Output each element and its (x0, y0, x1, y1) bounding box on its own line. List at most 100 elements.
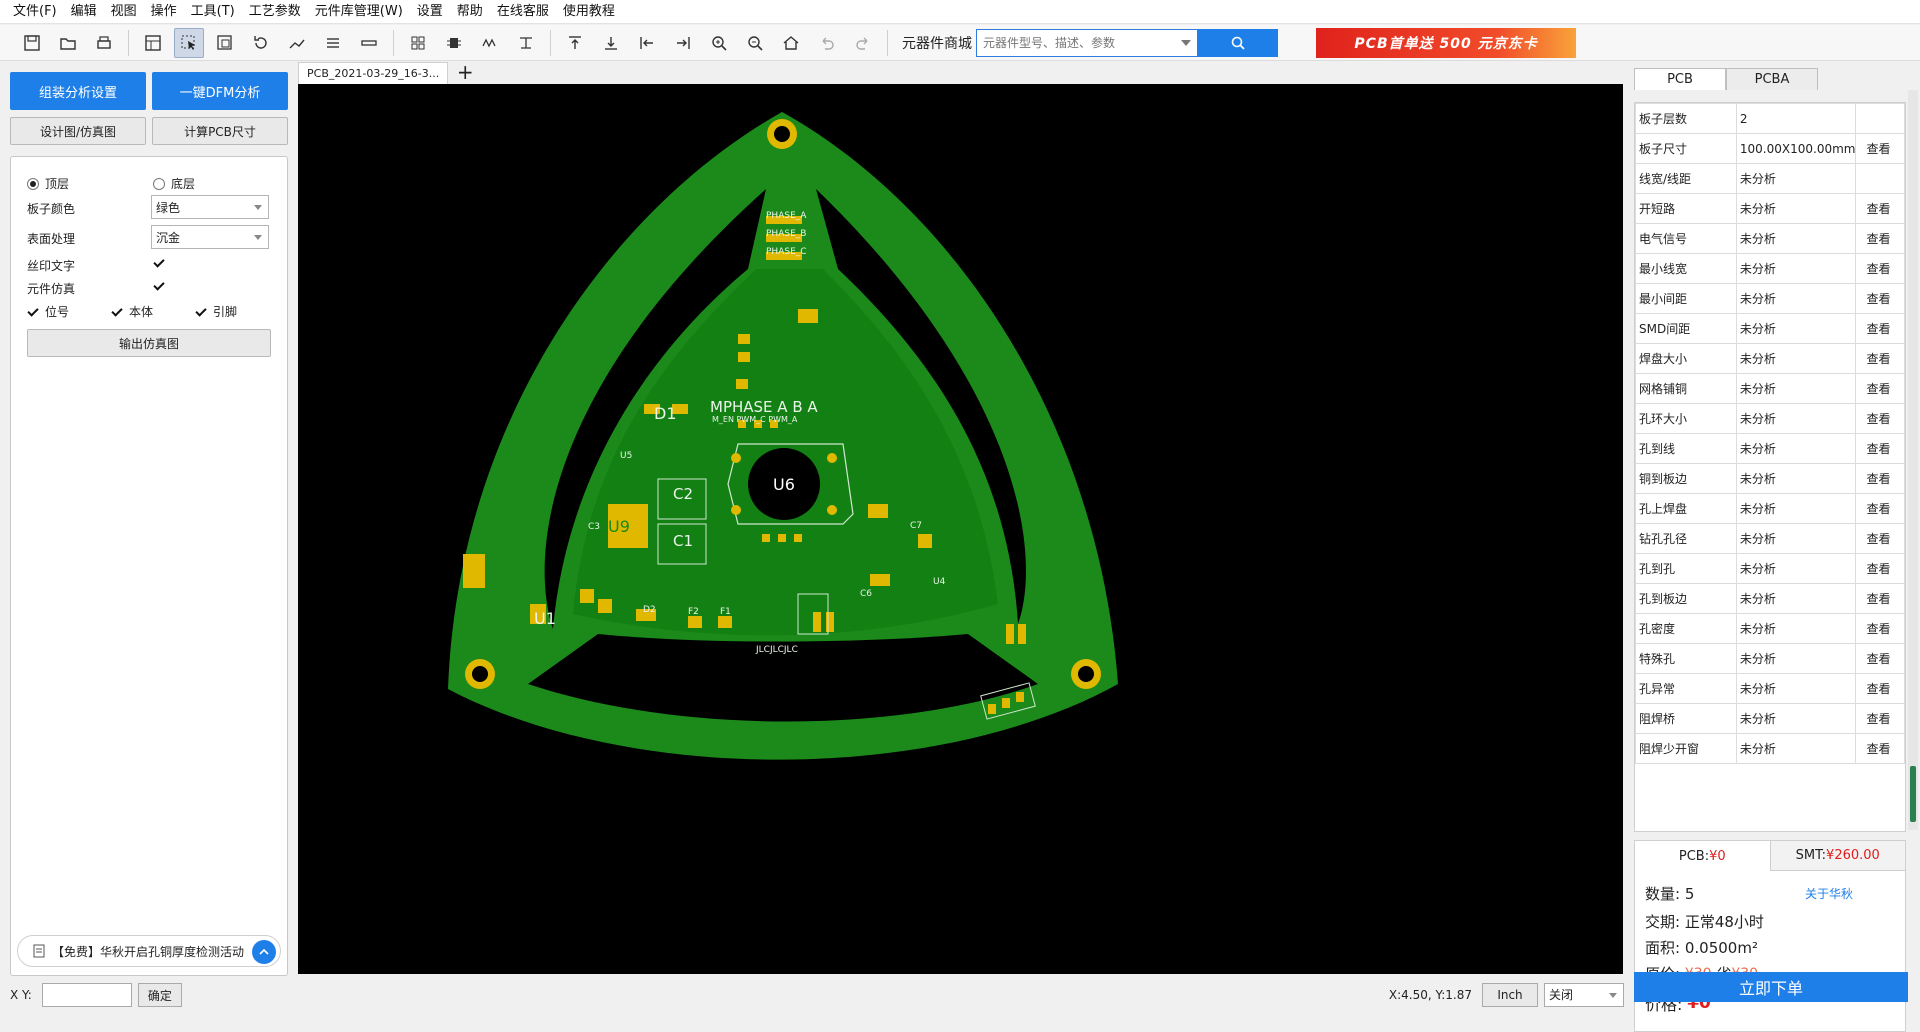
export-sim-button[interactable]: 输出仿真图 (27, 329, 271, 357)
radio-button[interactable] (153, 177, 165, 190)
menu-item[interactable]: 文件(F) (6, 0, 64, 24)
item-name: 铜到板边 (1635, 463, 1737, 494)
view-link[interactable]: 查看 (1855, 523, 1905, 554)
menu-item[interactable]: 元件库管理(W) (308, 0, 410, 24)
view-link[interactable]: 查看 (1855, 583, 1905, 614)
align-bottom-icon[interactable] (596, 28, 626, 58)
dfm-analysis-button[interactable]: 一键DFM分析 (152, 72, 288, 110)
view-link[interactable]: 查看 (1855, 493, 1905, 524)
unit-toggle-button[interactable]: Inch (1482, 983, 1538, 1007)
view-link[interactable] (1855, 103, 1905, 134)
scrollbar-thumb[interactable] (1910, 766, 1916, 822)
view-link[interactable]: 查看 (1855, 553, 1905, 584)
analysis-settings-button[interactable]: 组装分析设置 (10, 72, 146, 110)
scroll-up-icon[interactable] (252, 940, 276, 964)
grid-select[interactable]: 关闭 (1544, 983, 1624, 1007)
surface-finish-select[interactable]: 沉金 (151, 225, 269, 249)
menu-item[interactable]: 视图 (104, 0, 144, 24)
route-icon[interactable] (282, 28, 312, 58)
redo-icon[interactable] (848, 28, 878, 58)
view-link[interactable]: 查看 (1855, 463, 1905, 494)
menu-item[interactable]: 使用教程 (556, 0, 622, 24)
u6-label: U6 (773, 475, 795, 494)
zoom-in-icon[interactable] (704, 28, 734, 58)
right-panel: PCB PCBA 板子层数 2 板子尺寸 100.00X100.00mm 查看 线宽/线距… (1630, 62, 1920, 1032)
menu-item[interactable]: 工具(T) (184, 0, 242, 24)
view-link[interactable]: 查看 (1855, 343, 1905, 374)
menu-item[interactable]: 操作 (144, 0, 184, 24)
pcb-canvas[interactable]: U6 PHASE_A PHASE_B PHASE_C U9 U1 D1 D2 F… (298, 84, 1623, 974)
view-link[interactable]: 查看 (1855, 223, 1905, 254)
view-link[interactable]: 查看 (1855, 193, 1905, 224)
chevron-down-icon[interactable] (1181, 39, 1191, 46)
view-link[interactable]: 查看 (1855, 733, 1905, 764)
component-store-label[interactable]: 元器件商城 (902, 33, 972, 53)
item-value: 未分析 (1735, 523, 1857, 554)
menu-item[interactable]: 工艺参数 (242, 0, 308, 24)
confirm-button[interactable]: 确定 (137, 983, 182, 1007)
component-sim-checkbox[interactable] (153, 280, 171, 292)
save-icon[interactable] (17, 28, 47, 58)
view-link[interactable]: 查看 (1855, 283, 1905, 314)
radio-top-layer[interactable]: 顶层 (27, 175, 69, 192)
menu-item[interactable]: 帮助 (450, 0, 490, 24)
menu-item[interactable]: 设置 (410, 0, 450, 24)
open-folder-icon[interactable] (53, 28, 83, 58)
view-link[interactable]: 查看 (1855, 673, 1905, 704)
xy-input[interactable] (41, 983, 132, 1007)
view-link[interactable]: 查看 (1855, 433, 1905, 464)
zoom-out-icon[interactable] (740, 28, 770, 58)
menu-item[interactable]: 在线客服 (490, 0, 556, 24)
search-button[interactable] (1198, 28, 1278, 57)
align-left-icon[interactable] (632, 28, 662, 58)
ref-checkbox[interactable]: 位号 (27, 303, 69, 320)
view-link[interactable]: 查看 (1855, 703, 1905, 734)
view-link[interactable]: 查看 (1855, 613, 1905, 644)
calc-pcb-size-button[interactable]: 计算PCB尺寸 (152, 117, 288, 145)
body-checkbox[interactable]: 本体 (111, 303, 153, 320)
view-link[interactable]: 查看 (1855, 403, 1905, 434)
delivery-line: 交期: 正常48小时 (1645, 911, 1764, 932)
pin-checkbox[interactable]: 引脚 (195, 303, 237, 320)
menu-item[interactable]: 编辑 (64, 0, 104, 24)
promo-banner[interactable]: PCB首单送 500 元京东卡 (1316, 27, 1576, 58)
signal-icon[interactable] (475, 28, 505, 58)
silkscreen-checkbox[interactable] (153, 257, 171, 269)
board-color-select[interactable]: 绿色 (151, 195, 269, 219)
promo-notice[interactable]: 【免费】华秋开启孔铜厚度检测活动 (17, 935, 281, 967)
align-top-icon[interactable] (560, 28, 590, 58)
home-icon[interactable] (776, 28, 806, 58)
rotate-icon[interactable] (246, 28, 276, 58)
undo-icon[interactable] (812, 28, 842, 58)
vertical-scrollbar[interactable] (1908, 90, 1918, 830)
radio-button[interactable] (27, 177, 39, 190)
measure-icon[interactable] (354, 28, 384, 58)
grid-icon[interactable] (403, 28, 433, 58)
view-link[interactable]: 查看 (1855, 133, 1905, 164)
tab-smt-price[interactable]: SMT: ¥260.00 (1770, 841, 1905, 871)
tab-pcb-price[interactable]: PCB: ¥0 (1635, 841, 1771, 871)
design-sim-button[interactable]: 设计图/仿真图 (10, 117, 146, 145)
view-link[interactable]: 查看 (1855, 253, 1905, 284)
net-icon[interactable] (511, 28, 541, 58)
add-tab-icon[interactable]: + (454, 62, 476, 84)
radio-bottom-layer[interactable]: 底层 (153, 175, 195, 192)
select-pointer-icon[interactable] (174, 27, 204, 58)
view-link[interactable]: 查看 (1855, 373, 1905, 404)
tab-pcba[interactable]: PCBA (1726, 68, 1818, 90)
view-link[interactable]: 查看 (1855, 643, 1905, 674)
tab-pcb[interactable]: PCB (1634, 68, 1726, 90)
print-icon[interactable] (89, 28, 119, 58)
layout-icon[interactable] (138, 28, 168, 58)
layers-icon[interactable] (318, 28, 348, 58)
zoom-area-icon[interactable] (210, 28, 240, 58)
component-icon[interactable] (439, 28, 469, 58)
search-input[interactable] (977, 35, 1167, 50)
component-search[interactable] (976, 28, 1198, 57)
align-right-icon[interactable] (668, 28, 698, 58)
order-now-button[interactable]: 立即下单 (1634, 972, 1908, 1002)
tab-pcb-document[interactable]: PCB_2021-03-29_16-3... (298, 62, 449, 84)
about-link[interactable]: 关于华秋 (1805, 885, 1853, 902)
view-link[interactable]: 查看 (1855, 313, 1905, 344)
view-link[interactable] (1855, 163, 1905, 194)
